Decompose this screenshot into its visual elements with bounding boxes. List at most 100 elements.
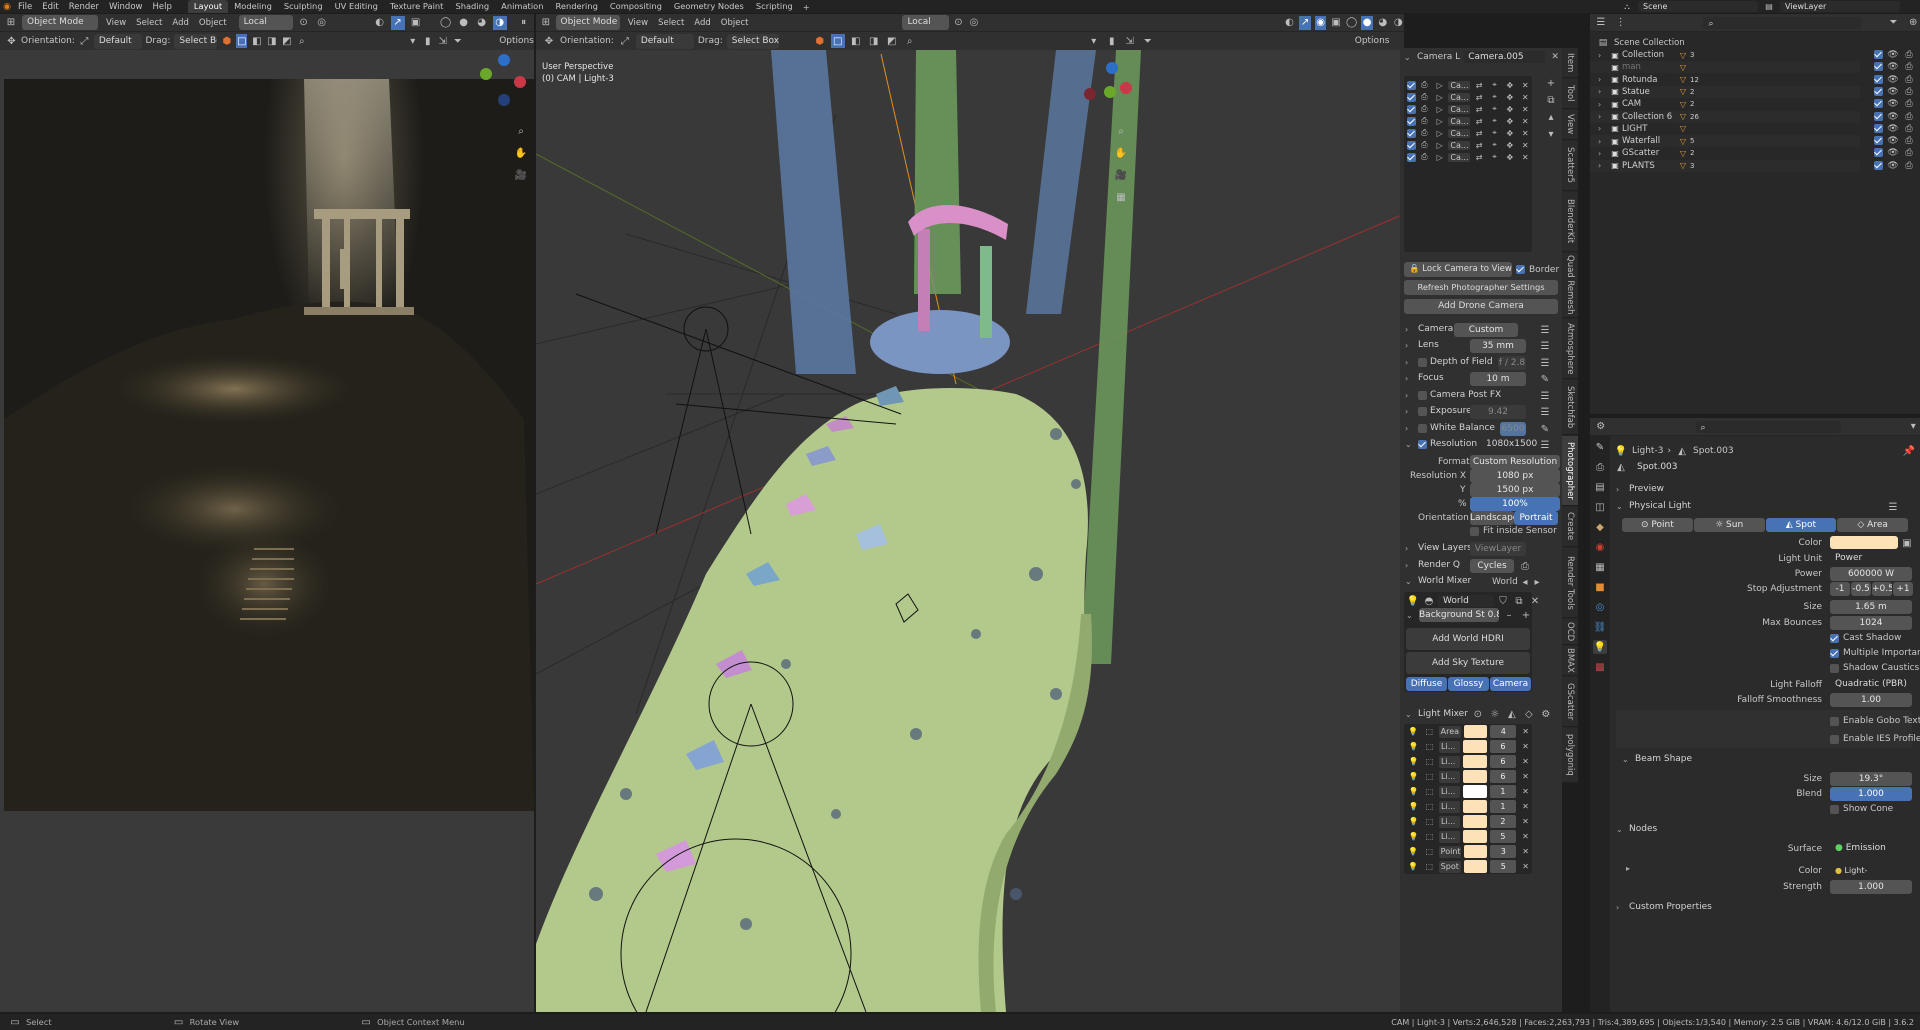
world-name-field[interactable]: World <box>1438 595 1494 607</box>
color-palette-icon[interactable]: ⬢ <box>813 34 827 48</box>
workspace-tab-animation[interactable]: Animation <box>495 0 549 13</box>
ies-checkbox[interactable] <box>1830 734 1839 744</box>
light-delete-icon[interactable]: ✕ <box>1519 815 1532 829</box>
beam-size-field[interactable]: 19.3° <box>1830 772 1912 786</box>
camera-enable-checkbox[interactable] <box>1407 152 1416 162</box>
lock-camera-button[interactable]: 🔒 Lock Camera to View <box>1404 262 1512 277</box>
preview-section[interactable]: Preview <box>1629 484 1664 494</box>
light-delete-icon[interactable]: ✕ <box>1519 860 1532 874</box>
light-bulb-icon[interactable]: 💡 <box>1407 785 1420 799</box>
outliner-exclude-checkbox[interactable] <box>1874 50 1883 59</box>
render-camera-icon[interactable]: ⎙ <box>1902 159 1916 173</box>
shading-material-icon[interactable]: ◕ <box>1377 16 1389 30</box>
proportional-icon[interactable]: ◎ <box>315 16 329 30</box>
gizmo-neg-x-icon[interactable] <box>1084 88 1096 100</box>
sidebar-tab-ocd[interactable]: OCD <box>1562 619 1578 645</box>
light-color-swatch[interactable] <box>1462 800 1487 813</box>
world-delete-icon[interactable]: ✕ <box>1528 594 1542 608</box>
filter-icon[interactable]: ⏷ <box>452 34 463 48</box>
pan-view-icon[interactable]: ✋ <box>1114 146 1128 160</box>
dof-checkbox[interactable] <box>1418 357 1427 367</box>
world-shield-icon[interactable]: ⛉ <box>1496 594 1510 608</box>
size-field[interactable]: 1.65 m <box>1830 600 1912 614</box>
refresh-photographer-button[interactable]: Refresh Photographer Settings <box>1404 280 1558 295</box>
focus-field[interactable]: 10 m <box>1470 372 1526 386</box>
hide-eye-icon[interactable]: 👁 <box>1886 159 1900 173</box>
custom-properties-section[interactable]: Custom Properties <box>1629 902 1712 912</box>
viewport-menu-view[interactable]: View <box>628 18 648 28</box>
outliner-editor-icon[interactable]: ☰ <box>1594 16 1608 30</box>
light-mixer-row[interactable]: 💡 ⬚ Li... 5 ✕ <box>1404 829 1532 844</box>
outliner-expand-icon[interactable]: › <box>1598 161 1608 170</box>
outliner-expand-icon[interactable]: › <box>1598 75 1608 84</box>
scene-collection-label[interactable]: Scene Collection <box>1614 38 1685 48</box>
workspace-tab-sculpting[interactable]: Sculpting <box>278 0 329 13</box>
workspace-tab-compositing[interactable]: Compositing <box>604 0 668 13</box>
portrait-button[interactable]: Portrait <box>1514 511 1558 525</box>
gizmo-x-icon[interactable] <box>514 76 526 88</box>
overlay-icon[interactable]: ▾ <box>1087 34 1101 48</box>
light-mixer-row[interactable]: 💡 ⬚ Area 4 ✕ <box>1404 724 1532 739</box>
render-engine-dropdown[interactable]: Cycles <box>1470 559 1514 573</box>
outliner-expand-icon[interactable]: › <box>1598 51 1608 60</box>
light-bulb-icon[interactable]: 💡 <box>1407 770 1420 784</box>
output-tab-icon[interactable]: ▤ <box>1593 480 1607 494</box>
xray-icon[interactable]: ▣ <box>1330 16 1342 30</box>
light-color-swatch[interactable] <box>1463 860 1488 873</box>
shading-solid-icon[interactable]: ● <box>457 16 471 30</box>
gobo-checkbox[interactable] <box>1830 716 1839 726</box>
eyedropper-icon[interactable]: ✎ <box>1538 372 1552 386</box>
sidebar-tab-render-tools[interactable]: Render Tools <box>1562 548 1578 618</box>
color-palette-icon[interactable]: ⬢ <box>221 34 232 48</box>
camera-render-icon[interactable]: ⎙ <box>1418 150 1431 164</box>
outliner-new-collection-icon[interactable]: ⊕ <box>1906 16 1920 30</box>
light-select-icon[interactable]: ⬚ <box>1423 785 1436 799</box>
viewport-menu-view[interactable]: View <box>106 18 126 28</box>
light-bulb-icon[interactable]: 💡 <box>1407 800 1420 814</box>
physics-tab-icon[interactable]: ◎ <box>1593 600 1607 614</box>
stop-button[interactable]: +0.5 <box>1872 582 1892 596</box>
light-delete-icon[interactable]: ✕ <box>1519 785 1532 799</box>
left-viewport[interactable]: ⊞ Object Mode View Select Add Object Local … <box>0 14 534 1012</box>
outliner-item[interactable]: › ▣ Collection 6 ▽ 26 👁 ⎙ <box>1590 110 1913 123</box>
stop-button[interactable]: -1 <box>1830 582 1850 596</box>
light-delete-icon[interactable]: ✕ <box>1519 845 1532 859</box>
bookmark-icon[interactable]: ▮ <box>1105 34 1119 48</box>
workspace-tab-texture-paint[interactable]: Texture Paint <box>384 0 450 13</box>
sidebar-tab-tool[interactable]: Tool <box>1562 79 1578 109</box>
blender-logo-icon[interactable]: ◉ <box>0 2 14 12</box>
light-color-swatch[interactable] <box>1830 536 1898 549</box>
light-falloff-dropdown[interactable]: Quadratic (PBR) <box>1830 678 1912 691</box>
outliner-exclude-checkbox[interactable] <box>1874 111 1883 121</box>
camera-list-item[interactable]: ⎙ ▷ Ca... ⇄ ⌖ ✥ ✕ <box>1404 151 1532 163</box>
shading-wire-icon[interactable]: ◯ <box>1346 16 1358 30</box>
node-color-field[interactable]: ● Light-Procedural-4 <box>1830 864 1912 888</box>
light-type-spot[interactable]: ◭ Spot <box>1765 518 1837 532</box>
editor-type-icon[interactable]: ⊞ <box>540 16 552 30</box>
workspace-tab-scripting[interactable]: Scripting <box>750 0 799 13</box>
select-mode-subtract-icon[interactable]: ◨ <box>867 34 881 48</box>
light-mixer-settings-icon[interactable]: ⚙ <box>1539 707 1553 721</box>
light-type-area[interactable]: ◇ Area <box>1837 518 1908 532</box>
light-bulb-icon[interactable]: 💡 <box>1407 815 1420 829</box>
collection-tab-icon[interactable]: ▦ <box>1593 560 1607 574</box>
select-mode-extend-icon[interactable]: ◧ <box>849 34 863 48</box>
object-tab-icon[interactable]: ■ <box>1593 580 1607 594</box>
options-button[interactable]: Options <box>1355 36 1390 46</box>
outliner-item[interactable]: ▣ man ▽ 👁 ⎙ <box>1590 61 1913 74</box>
outliner-search-field[interactable]: ⌕ <box>1703 16 1861 29</box>
light-mixer-label[interactable]: Light Mixer <box>1418 709 1468 719</box>
light-mixer-row[interactable]: 💡 ⬚ Li... 1 ✕ <box>1404 784 1532 799</box>
show-cone-checkbox[interactable] <box>1830 804 1839 814</box>
light-select-icon[interactable]: ⬚ <box>1423 740 1436 754</box>
sidebar-tab-scatter5[interactable]: Scatter5 <box>1562 141 1578 191</box>
world-mixer-label[interactable]: World Mixer <box>1418 576 1471 586</box>
sidebar-tab-blenderkit[interactable]: BlenderKit <box>1562 192 1578 252</box>
move-icon[interactable]: ✥ <box>6 34 17 48</box>
light-bulb-icon[interactable]: 💡 <box>1407 845 1420 859</box>
light-bulb-icon[interactable]: 💡 <box>1407 725 1420 739</box>
add-workspace-button[interactable]: + <box>799 2 814 12</box>
outliner-item[interactable]: › ▣ GScatter ▽ 2 👁 ⎙ <box>1590 147 1913 159</box>
viewlayer-field[interactable]: ViewLayer <box>1470 542 1526 556</box>
outliner-expand-icon[interactable]: › <box>1598 112 1608 121</box>
